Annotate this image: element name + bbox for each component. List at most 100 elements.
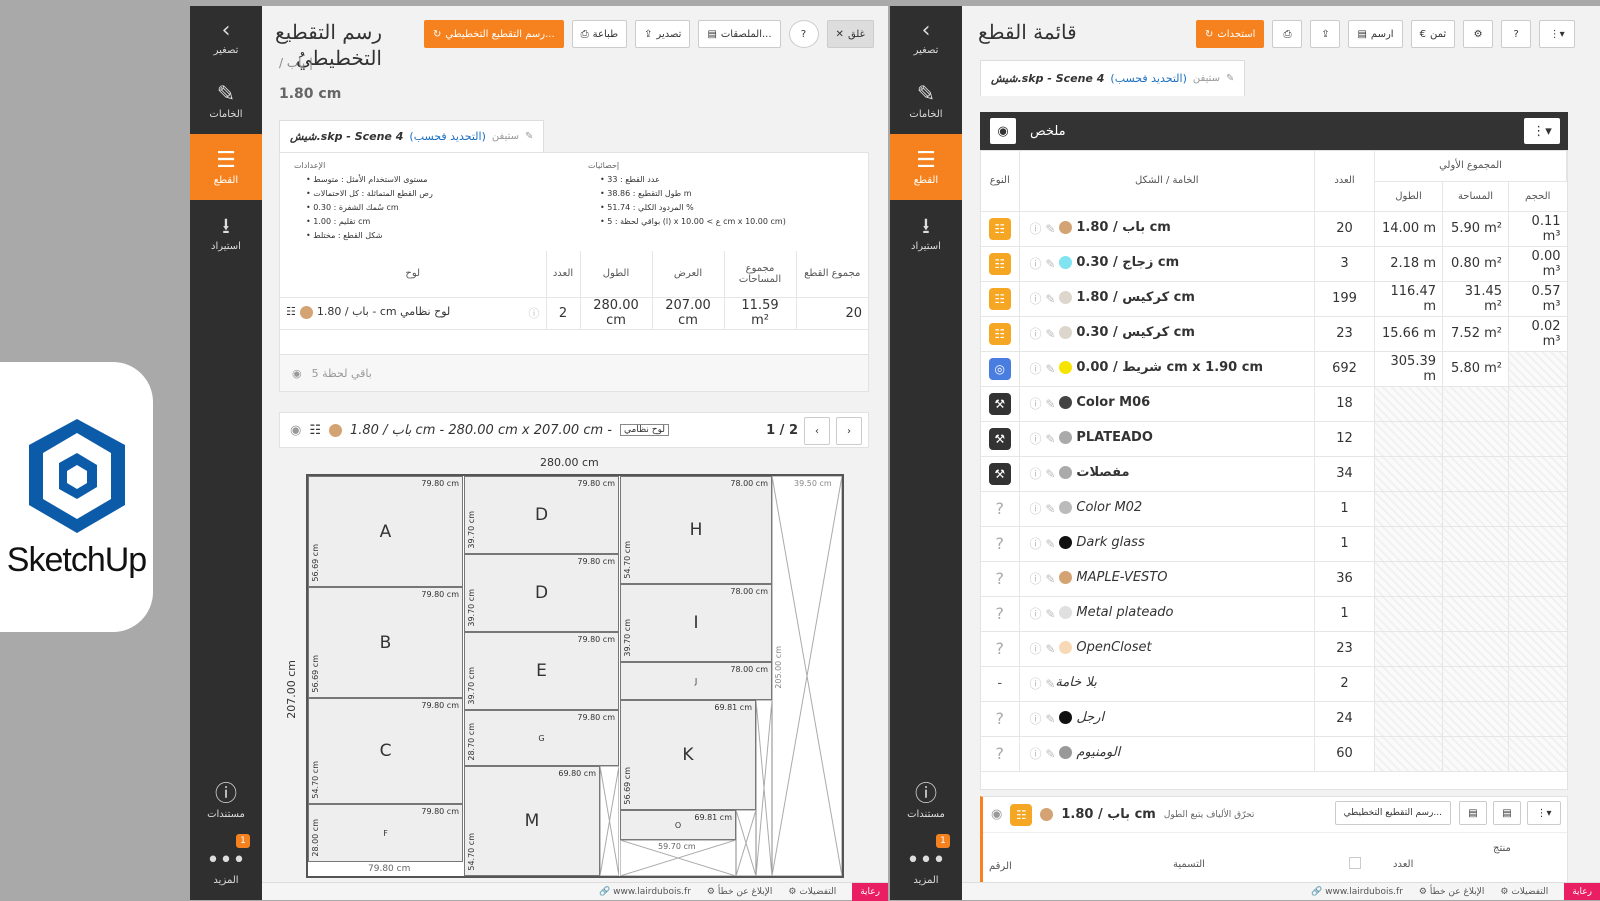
more-menu-button[interactable]: ⋮▾ [1539,20,1576,48]
row-actions[interactable]: ⓘ ✎ [1030,360,1056,377]
layout-button[interactable]: رسم التقطيع التخطيطي... [1334,801,1451,825]
piece-h[interactable]: 78.00 cm H 54.70 cm [620,476,772,584]
select-all-checkbox[interactable] [1349,857,1361,869]
table-row[interactable]: ☷ 1.80 / باب - cm لوح نظامي ⓘ 2 280.00 cm … [280,297,868,330]
document-button[interactable]: ▤ [1493,801,1521,825]
row-actions[interactable]: ⓘ ✎ [1030,535,1056,552]
help-button[interactable]: ? [1501,20,1532,48]
nav-collapse[interactable]: ‹ تصغير [890,6,962,68]
footer-site-link[interactable]: 🔗 www.lairdubois.fr [599,887,691,897]
nav-materials[interactable]: ✎ الخامات [890,68,962,134]
table-row[interactable]: ? Color M02 ⓘ ✎ 1 [981,491,1567,527]
nav-materials[interactable]: ✎ الخامات [190,68,262,134]
nav-collapse[interactable]: ‹ تصغير [190,6,262,68]
hide-icon[interactable]: ◉ [991,807,1002,822]
nav-docs[interactable]: ⓘ مستندات [890,768,962,834]
hide-icon[interactable]: ◉ [290,423,301,438]
piece-d2[interactable]: 79.80 cm D 39.70 cm [464,554,619,632]
next-page-button[interactable]: › [836,417,862,445]
piece-m[interactable]: 69.80 cm M 54.70 cm [464,766,600,876]
summary-menu-button[interactable]: ⋮▾ [1524,118,1560,144]
piece-i[interactable]: 78.00 cm I 39.70 cm [620,584,772,662]
table-row[interactable]: ? Dark glass ⓘ ✎ 1 [981,526,1567,562]
footer-report-link[interactable]: ⚙ الإبلاغ عن خطأ [1419,887,1484,897]
table-row[interactable]: ? OpenCloset ⓘ ✎ 23 [981,631,1567,667]
footer-site-link[interactable]: 🔗 www.lairdubois.fr [1311,887,1403,897]
sponsor-button[interactable]: رعاية [1564,882,1600,900]
piece-b[interactable]: 79.80 cm B 56.69 cm [308,587,463,698]
footer-report-link[interactable]: ⚙ الإبلاغ عن خطأ [707,887,772,897]
row-actions[interactable]: ⓘ ✎ [1030,430,1056,447]
export-button[interactable]: ⇪ تصدير [635,20,691,48]
piece-g[interactable]: 79.80 cm G 28.70 cm [464,710,619,766]
table-row[interactable]: ☷ 0.30 / زجاج cm ⓘ ✎ 3 2.18 m 0.80 m² 0.00 m³ [981,246,1567,282]
nav-docs[interactable]: ⓘ مستندات [190,768,262,834]
labels-button[interactable]: ▤ [1459,801,1487,825]
nav-more[interactable]: 1 ••• المزيد [190,834,262,900]
table-row[interactable]: ⚒ Color M06 ⓘ ✎ 18 [981,386,1567,422]
nav-cutting[interactable]: ☰ القطع [890,134,962,200]
row-actions[interactable]: ⓘ ✎ [1030,570,1056,587]
row-actions[interactable]: ⓘ ✎ [1030,675,1056,692]
piece-d1[interactable]: 79.80 cm D 39.70 cm [464,476,619,554]
help-button[interactable]: ? [788,20,819,48]
row-actions[interactable]: ⓘ ✎ [1030,465,1056,482]
row-length [1374,526,1443,562]
piece-width: 69.81 cm [694,813,732,822]
model-tab[interactable]: شيش.skp - Scene 4 (التحديد فحسب) ستيفن ✎ [279,120,545,152]
tab-edit-label: ستيفن [491,131,519,142]
generate-button[interactable]: ↻ استحداث [1196,20,1265,48]
table-row[interactable]: ⚒ PLATEADO ⓘ ✎ 12 [981,421,1567,457]
piece-k[interactable]: 69.81 cm K 56.69 cm [620,700,756,810]
leftovers-bar[interactable]: ◉ 5 باقي لحظة [279,354,869,392]
close-button[interactable]: ✕ غلق [826,20,874,48]
piece-a[interactable]: 79.80 cm A 56.69 cm [308,476,463,587]
table-row[interactable]: ? Metal plateado ⓘ ✎ 1 [981,596,1567,632]
draw-button[interactable]: ▤ ارسم [1348,20,1403,48]
row-actions[interactable]: ⓘ ✎ [1030,220,1056,237]
row-actions[interactable]: ⓘ ✎ [1030,745,1056,762]
row-actions[interactable]: ⓘ ✎ [1030,290,1056,307]
print-button[interactable]: ⎙ [1272,20,1303,48]
row-actions[interactable]: ⓘ ✎ [1030,500,1056,517]
piece-j[interactable]: 78.00 cm J [620,662,772,700]
export-button[interactable]: ⇪ [1310,20,1341,48]
footer-settings-link[interactable]: ⚙ التفضيلات [1500,887,1548,897]
group-menu-button[interactable]: ⋮▾ [1527,801,1561,825]
table-row[interactable]: ☷ 0.30 / كركيس cm ⓘ ✎ 23 15.66 m 7.52 m² 0.02 … [981,316,1567,352]
row-actions[interactable]: ⓘ ✎ [1030,325,1056,342]
nav-more[interactable]: 1 ••• المزيد [890,834,962,900]
table-row[interactable]: ◎ 0.00 / شريط cm x 1.90 cm ⓘ ✎ 692 305.39 m5… [981,351,1567,387]
hide-icon[interactable]: ◉ [990,118,1016,144]
settings-button[interactable]: ⚙ [1463,20,1494,48]
piece-o[interactable]: 69.81 cm O [620,810,736,840]
table-row[interactable]: ☷ 1.80 / كركيس cm ⓘ ✎ 199 116.47 m 31.45 m² 0.… [981,281,1567,317]
table-row[interactable]: - بلا خامة ⓘ ✎ 2 [981,666,1567,702]
row-actions[interactable]: ⓘ ✎ [1030,255,1056,272]
table-row[interactable]: ? ارجل ⓘ ✎ 24 [981,701,1567,737]
piece-c[interactable]: 79.80 cm C 54.70 cm [308,698,463,804]
price-button[interactable]: € ثمن [1410,20,1456,48]
nav-import[interactable]: ⭳ استيراد [190,200,262,266]
table-row[interactable]: ☷ 1.80 / باب cm ⓘ ✎ 20 14.00 m 5.90 m² 0.11 m³ [981,211,1567,247]
table-row[interactable]: ? الومنيوم ⓘ ✎ 60 [981,736,1567,772]
thickness-label: 1.80 cm [279,86,342,102]
footer-settings-link[interactable]: ⚙ التفضيلات [788,887,836,897]
row-actions[interactable]: ⓘ ✎ [1030,640,1056,657]
print-button[interactable]: ⎙ طباعة [571,20,628,48]
breadcrumb[interactable]: / باب | [279,56,313,70]
nav-cutting[interactable]: ☰ القطع [190,134,262,200]
row-actions[interactable]: ⓘ ✎ [1030,605,1056,622]
sponsor-button[interactable]: رعاية [852,882,888,901]
refresh-layout-button[interactable]: ↻ رسم التقطيع التخطيطي... [424,20,564,48]
model-tab[interactable]: شيش.skp - Scene 4 (التحديد فحسب) ستيفن ✎ [980,60,1246,96]
table-row[interactable]: ⚒ مفصلات ⓘ ✎ 34 [981,456,1567,492]
piece-e[interactable]: 79.80 cm E 39.70 cm [464,632,619,710]
row-actions[interactable]: ⓘ ✎ [1030,710,1056,727]
table-row[interactable]: ? MAPLE-VESTO ⓘ ✎ 36 [981,561,1567,597]
row-actions[interactable]: ⓘ ✎ [1030,395,1056,412]
piece-f[interactable]: 79.80 cm F 28.00 cm [308,804,463,862]
prev-page-button[interactable]: ‹ [804,417,830,445]
nav-import[interactable]: ⭳ استيراد [890,200,962,266]
labels-button[interactable]: ▤ الملصقات... [698,20,781,48]
